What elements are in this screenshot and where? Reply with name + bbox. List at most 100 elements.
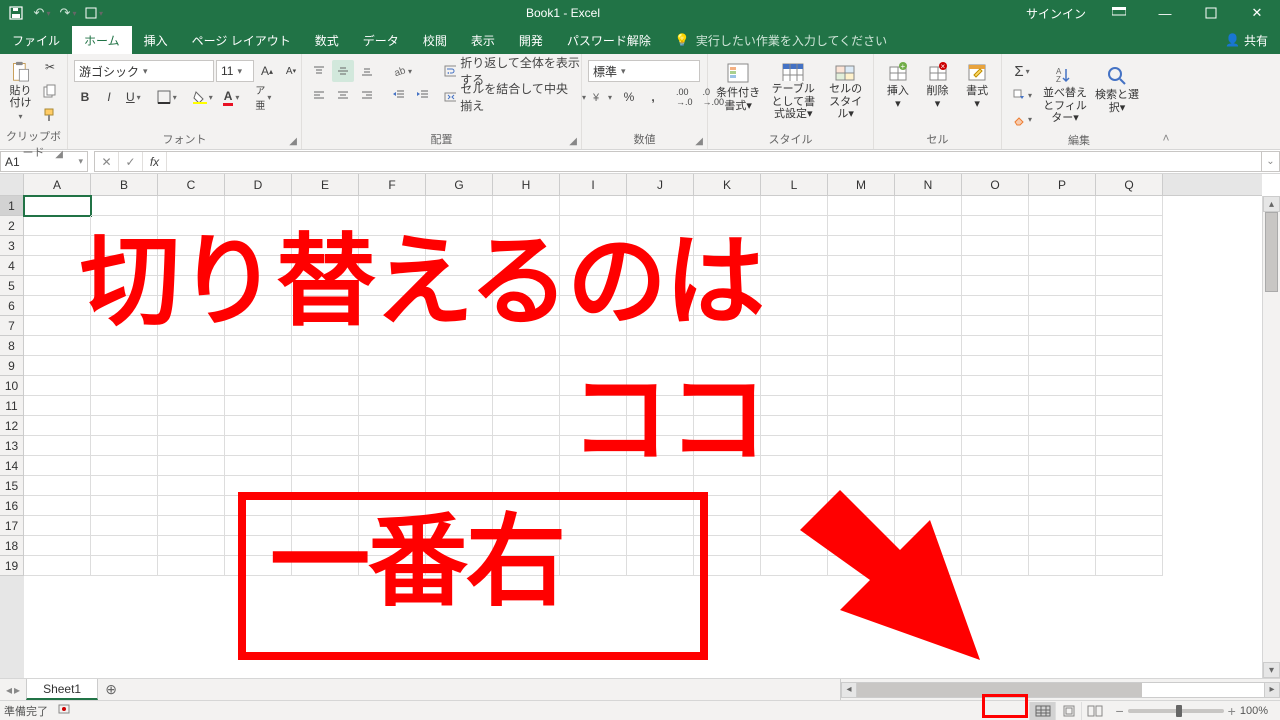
cell[interactable] <box>962 356 1029 376</box>
normal-view-icon[interactable] <box>1029 702 1055 720</box>
zoom-out-icon[interactable]: − <box>1115 703 1123 719</box>
cell[interactable] <box>225 496 292 516</box>
cell[interactable] <box>158 316 225 336</box>
cell[interactable] <box>761 556 828 576</box>
cell[interactable] <box>1096 516 1163 536</box>
phonetic-button[interactable]: ア亜 <box>251 86 275 108</box>
cell[interactable] <box>694 196 761 216</box>
cell[interactable] <box>895 396 962 416</box>
cell[interactable] <box>895 536 962 556</box>
cell[interactable] <box>1096 376 1163 396</box>
row-header[interactable]: 12 <box>0 416 24 436</box>
column-header[interactable]: N <box>895 174 962 195</box>
cell[interactable] <box>91 376 158 396</box>
hscroll-right-icon[interactable]: ▸ <box>1264 682 1280 698</box>
enter-formula-icon[interactable]: ✓ <box>119 152 143 171</box>
autosum-icon[interactable]: Σ <box>1008 60 1036 82</box>
cell[interactable] <box>828 556 895 576</box>
font-name-combo[interactable]: 游ゴシック▾ <box>74 60 214 82</box>
cell[interactable] <box>493 356 560 376</box>
dialog-launcher-icon[interactable]: ◢ <box>289 136 297 147</box>
cell[interactable] <box>828 256 895 276</box>
column-header[interactable]: D <box>225 174 292 195</box>
cell[interactable] <box>426 316 493 336</box>
cell[interactable] <box>91 496 158 516</box>
cell[interactable] <box>694 276 761 296</box>
cell[interactable] <box>1096 256 1163 276</box>
page-layout-view-icon[interactable] <box>1055 702 1081 720</box>
cell[interactable] <box>292 316 359 336</box>
cell[interactable] <box>292 536 359 556</box>
cell[interactable] <box>292 376 359 396</box>
cell[interactable] <box>560 456 627 476</box>
tab-file[interactable]: ファイル <box>0 26 72 54</box>
cell[interactable] <box>627 356 694 376</box>
tab-insert[interactable]: 挿入 <box>132 26 180 54</box>
cell[interactable] <box>292 436 359 456</box>
cell[interactable] <box>91 336 158 356</box>
cell[interactable] <box>1029 276 1096 296</box>
cell[interactable] <box>493 316 560 336</box>
cell[interactable] <box>91 296 158 316</box>
cell[interactable] <box>627 496 694 516</box>
cell[interactable] <box>1029 456 1096 476</box>
font-size-combo[interactable]: 11▾ <box>216 60 254 82</box>
cell[interactable] <box>225 316 292 336</box>
align-middle-icon[interactable] <box>332 60 354 82</box>
cell[interactable] <box>426 556 493 576</box>
cell[interactable] <box>828 356 895 376</box>
cell[interactable] <box>359 276 426 296</box>
cell[interactable] <box>1029 196 1096 216</box>
cell[interactable] <box>426 276 493 296</box>
zoom-level[interactable]: 100% <box>1240 705 1268 717</box>
cell[interactable] <box>694 516 761 536</box>
cell[interactable] <box>1029 316 1096 336</box>
fill-icon[interactable] <box>1008 84 1036 106</box>
page-break-view-icon[interactable] <box>1081 702 1107 720</box>
cell[interactable] <box>694 476 761 496</box>
cell[interactable] <box>1096 276 1163 296</box>
cell[interactable] <box>493 456 560 476</box>
row-header[interactable]: 8 <box>0 336 24 356</box>
cell[interactable] <box>158 276 225 296</box>
hscroll-left-icon[interactable]: ◂ <box>841 682 857 698</box>
cell[interactable] <box>560 256 627 276</box>
zoom-in-icon[interactable]: + <box>1228 703 1236 719</box>
cell[interactable] <box>828 536 895 556</box>
cell[interactable] <box>962 296 1029 316</box>
cell[interactable] <box>225 456 292 476</box>
hscroll-thumb[interactable] <box>857 683 1142 697</box>
cell[interactable] <box>24 316 91 336</box>
cell[interactable] <box>292 296 359 316</box>
column-headers[interactable]: ABCDEFGHIJKLMNOPQ <box>24 174 1262 196</box>
cell[interactable] <box>225 416 292 436</box>
row-header[interactable]: 19 <box>0 556 24 576</box>
cell[interactable] <box>828 416 895 436</box>
tab-view[interactable]: 表示 <box>459 26 507 54</box>
cell[interactable] <box>24 456 91 476</box>
decrease-font-icon[interactable]: A▾ <box>280 60 302 82</box>
cell[interactable] <box>828 236 895 256</box>
copy-icon[interactable] <box>39 80 61 102</box>
bold-button[interactable]: B <box>74 86 96 108</box>
cell[interactable] <box>91 436 158 456</box>
row-header[interactable]: 6 <box>0 296 24 316</box>
wrap-text-button[interactable]: 折り返して全体を表示する <box>440 60 590 82</box>
cell[interactable] <box>627 296 694 316</box>
cell[interactable] <box>359 216 426 236</box>
cell[interactable] <box>1029 376 1096 396</box>
cell[interactable] <box>560 296 627 316</box>
ribbon-options-icon[interactable] <box>1096 0 1142 26</box>
cell[interactable] <box>962 496 1029 516</box>
cell[interactable] <box>493 516 560 536</box>
cell[interactable] <box>292 196 359 216</box>
cell[interactable] <box>158 476 225 496</box>
cell[interactable] <box>158 196 225 216</box>
cell[interactable] <box>962 276 1029 296</box>
cell[interactable] <box>828 436 895 456</box>
row-header[interactable]: 15 <box>0 476 24 496</box>
cell[interactable] <box>761 276 828 296</box>
cell[interactable] <box>1029 476 1096 496</box>
italic-button[interactable]: I <box>98 86 120 108</box>
row-header[interactable]: 14 <box>0 456 24 476</box>
